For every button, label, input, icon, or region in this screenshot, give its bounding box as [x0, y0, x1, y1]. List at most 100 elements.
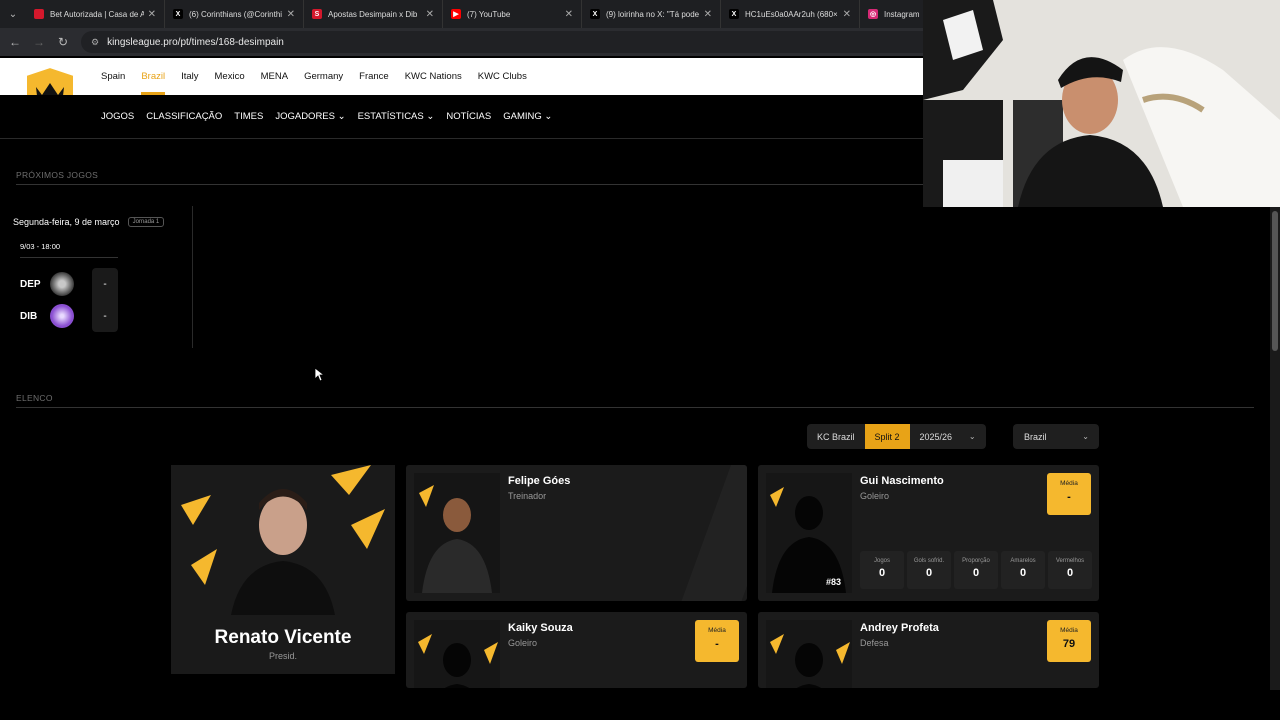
away-team-abbr: DIB: [20, 311, 38, 322]
close-tab-icon[interactable]: ✕: [148, 9, 156, 20]
browser-tab[interactable]: S Apostas Desimpain x Dib ✕: [304, 0, 443, 28]
stat-box: Jogos 0: [860, 551, 904, 589]
region-link[interactable]: Mexico: [215, 58, 245, 95]
main-nav: JOGOS CLASSIFICAÇÃO TIMES JOGADORES ⌄ ESTATÍ…: [0, 95, 924, 139]
player-card[interactable]: Felipe Góes Treinador: [406, 465, 747, 601]
president-card[interactable]: Renato Vicente Presid.: [171, 465, 395, 674]
main-nav-link[interactable]: JOGOS: [101, 111, 134, 122]
season-select[interactable]: 2025/26 ⌄: [910, 424, 986, 449]
match-date-text: Segunda-feira, 9 de março: [13, 217, 120, 227]
player-stats: Jogos 0 Gols sofrid. 0 Proporção 0 Amarelos 0 Ve…: [860, 551, 1095, 589]
tab-search-icon[interactable]: ⌄: [0, 0, 26, 28]
close-tab-icon[interactable]: ✕: [287, 9, 295, 20]
main-nav-link[interactable]: NOTÍCIAS: [446, 111, 491, 122]
region-link[interactable]: France: [359, 58, 389, 95]
player-card[interactable]: Kaiky Souza Goleiro Média -: [406, 612, 747, 688]
main-nav-link[interactable]: ESTATÍSTICAS ⌄: [358, 111, 435, 122]
player-role: Goleiro: [508, 638, 538, 648]
squad-divider: [16, 407, 1254, 408]
scrollbar-thumb[interactable]: [1272, 211, 1278, 351]
split-filter[interactable]: Split 2: [864, 424, 910, 449]
rating-label: Média: [1060, 480, 1078, 487]
country-value: Brazil: [1024, 431, 1047, 442]
stat-label: Amarelos: [1010, 558, 1036, 564]
player-photo: #83: [766, 473, 852, 593]
away-team-logo[interactable]: [50, 304, 74, 328]
tab-title: HC1uEs0a0AAr2uh (680×: [745, 9, 838, 19]
rating-value: -: [715, 638, 719, 650]
url-input[interactable]: ⚙ kingsleague.pro/pt/times/168-desimpain: [81, 31, 941, 53]
player-name: Gui Nascimento: [860, 475, 944, 487]
country-select[interactable]: Brazil ⌄: [1013, 424, 1099, 449]
tab-favicon-icon: X: [173, 9, 183, 19]
match-time: 9/03 - 18:00: [20, 242, 61, 251]
player-card[interactable]: #83 Gui Nascimento Goleiro Média - Jogos…: [758, 465, 1099, 601]
player-card[interactable]: Andrey Profeta Defesa Média 79: [758, 612, 1099, 688]
tab-favicon-icon: X: [729, 9, 739, 19]
close-tab-icon[interactable]: ✕: [704, 9, 712, 20]
rating-label: Média: [1060, 627, 1078, 634]
close-tab-icon[interactable]: ✕: [565, 9, 573, 20]
main-nav-link[interactable]: CLASSIFICAÇÃO: [146, 111, 222, 122]
chevron-down-icon: ⌄: [1082, 432, 1089, 441]
reload-icon[interactable]: ↻: [51, 35, 75, 49]
home-score: -: [103, 279, 107, 290]
league-filter[interactable]: KC Brazil: [807, 424, 865, 449]
president-info: Renato Vicente Presid.: [171, 615, 395, 674]
back-icon[interactable]: ←: [3, 35, 27, 49]
player-name: Andrey Profeta: [860, 622, 939, 634]
browser-tab[interactable]: X (6) Corinthians (@Corinthi ✕: [165, 0, 304, 28]
tab-title: (6) Corinthians (@Corinthi: [189, 9, 283, 19]
page-scrollbar[interactable]: [1270, 207, 1280, 690]
close-tab-icon[interactable]: ✕: [843, 9, 851, 20]
region-link[interactable]: Italy: [181, 58, 198, 95]
stat-label: Proporção: [962, 558, 990, 564]
tab-title: (9) loirinha no X: "Tá pode: [606, 9, 700, 19]
mouse-cursor-icon: [315, 368, 325, 382]
time-divider: [20, 257, 118, 258]
main-nav-link[interactable]: JOGADORES ⌄: [275, 111, 345, 122]
away-score: -: [103, 311, 107, 322]
match-date: Segunda-feira, 9 de março Jornada 1: [13, 217, 165, 227]
tab-title: Bet Autorizada | Casa de A: [50, 9, 144, 19]
region-link[interactable]: Spain: [101, 58, 125, 95]
region-link[interactable]: Brazil: [141, 58, 165, 95]
browser-tab[interactable]: X (9) loirinha no X: "Tá pode ✕: [582, 0, 721, 28]
player-photo: [766, 620, 852, 688]
player-photo: [414, 620, 500, 688]
browser-tab[interactable]: Bet Autorizada | Casa de A ✕: [26, 0, 165, 28]
coach-photo: [414, 473, 500, 593]
main-nav-link[interactable]: GAMING ⌄: [503, 111, 552, 122]
main-nav-link[interactable]: TIMES: [234, 111, 263, 122]
chevron-down-icon: ⌄: [968, 432, 976, 441]
home-team-logo[interactable]: [50, 272, 74, 296]
stat-value: 0: [1019, 567, 1027, 579]
region-link[interactable]: Germany: [304, 58, 343, 95]
player-role: Defesa: [860, 638, 889, 648]
region-link[interactable]: KWC Nations: [405, 58, 462, 95]
forward-icon[interactable]: →: [27, 35, 51, 49]
tab-title: Apostas Desimpain x Dib: [328, 9, 418, 19]
stat-value: 0: [1066, 567, 1074, 579]
squad-title: ELENCO: [16, 393, 53, 403]
stat-value: 0: [925, 567, 933, 579]
browser-tab[interactable]: ▶ (7) YouTube ✕: [443, 0, 582, 28]
rating-label: Média: [708, 627, 726, 634]
score-box[interactable]: - -: [92, 268, 118, 332]
region-nav: Spain Brazil Italy Mexico MENA Germany France K…: [0, 58, 924, 95]
stat-value: 0: [878, 567, 886, 579]
site-info-icon[interactable]: ⚙: [91, 37, 99, 48]
browser-tab[interactable]: X HC1uEs0a0AAr2uh (680× ✕: [721, 0, 860, 28]
president-photo: [171, 465, 395, 615]
season-value: 2025/26: [919, 431, 953, 442]
stat-label: Vermelhos: [1055, 558, 1085, 564]
player-name: Felipe Góes: [508, 475, 571, 487]
tab-favicon-icon: X: [590, 9, 600, 19]
close-tab-icon[interactable]: ✕: [426, 9, 434, 20]
tab-favicon-icon: ▶: [451, 9, 461, 19]
region-link[interactable]: MENA: [261, 58, 288, 95]
webcam-overlay: [923, 0, 1280, 207]
region-link[interactable]: KWC Clubs: [478, 58, 527, 95]
tab-favicon-icon: S: [312, 9, 322, 19]
stat-box: Gols sofrid. 0: [907, 551, 951, 589]
